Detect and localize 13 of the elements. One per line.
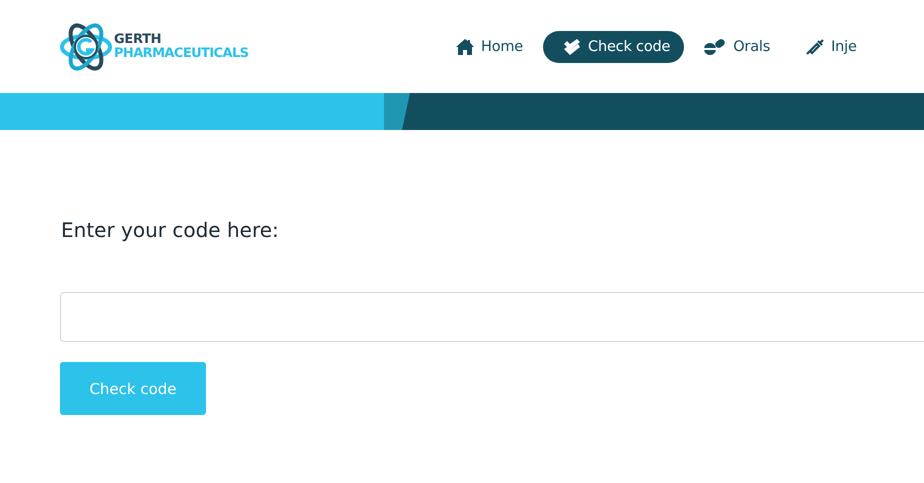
nav-link[interactable]: Inje <box>790 30 873 62</box>
nav-link[interactable]: Check code <box>543 30 684 62</box>
nav-link[interactable]: Home <box>440 30 540 62</box>
logo-text: PHARMACEUTICALS <box>114 46 248 60</box>
field-label: Enter your code here: <box>61 218 280 242</box>
home-icon <box>456 38 474 54</box>
double-check-icon <box>563 38 582 54</box>
code-input[interactable] <box>60 292 924 342</box>
logo-text: GERTH <box>114 32 162 46</box>
nav-link[interactable]: Orals <box>688 30 786 62</box>
pills-icon <box>704 38 726 54</box>
syringe-icon <box>806 38 824 54</box>
logo-icon <box>60 22 112 72</box>
